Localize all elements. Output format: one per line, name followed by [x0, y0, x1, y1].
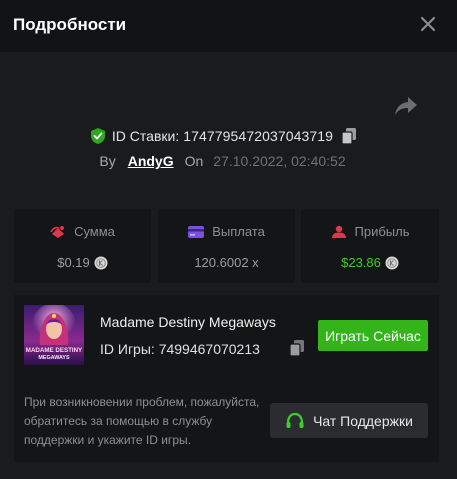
stat-profit: Прибыль $23.86 [301, 209, 439, 283]
card-icon [188, 225, 205, 238]
game-id: ID Игры: 7499467070213 [100, 341, 260, 357]
on-label: On [184, 153, 204, 169]
game-card: MADAME DESTINY MEGAWAYS Madame Destiny M… [14, 295, 439, 462]
modal-title: Подробности [13, 15, 127, 34]
modal-header: Подробности [0, 0, 457, 52]
play-now-button[interactable]: Играть Сейчас [318, 320, 428, 351]
stats-panel: Сумма $0.19 Выплата 120.6002 x Прибыль $… [14, 209, 439, 283]
bet-id-label: ID Ставки: [111, 128, 180, 144]
support-chat-button[interactable]: Чат Поддержки [270, 403, 428, 438]
bet-id-value: 1747795472037043719 [183, 128, 334, 144]
stat-amount-label: Сумма [74, 224, 115, 239]
bet-id-row: ID Ставки: 1747795472037043719 [0, 126, 457, 146]
sum-icon [50, 225, 65, 238]
support-chat-label: Чат Поддержки [313, 412, 413, 429]
copy-icon[interactable] [342, 128, 357, 144]
user-link[interactable]: AndyG [128, 153, 174, 169]
profit-icon [331, 225, 346, 238]
game-id-value: 7499467070213 [158, 341, 260, 357]
game-thumbnail[interactable]: MADAME DESTINY MEGAWAYS [24, 305, 84, 365]
close-icon[interactable] [418, 14, 438, 34]
by-label: By [99, 153, 116, 169]
thumb-subtitle: MEGAWAYS [38, 355, 70, 361]
stat-amount-value: $0.19 [57, 255, 90, 270]
coin-icon [94, 256, 108, 269]
shield-check-icon [90, 128, 105, 144]
bet-date: 27.10.2022, 02:40:52 [213, 153, 346, 169]
stat-payout-value: 120.6002 x [194, 255, 259, 270]
stat-profit-label: Прибыль [354, 224, 410, 239]
share-icon[interactable] [394, 95, 418, 117]
thumb-title: MADAME DESTINY [26, 347, 83, 354]
game-id-label: ID Игры: [100, 341, 155, 357]
stat-profit-value: $23.86 [341, 255, 381, 270]
help-text: При возникновении проблем, пожалуйста, о… [24, 395, 260, 447]
headset-icon [286, 412, 304, 428]
stat-payout-label: Выплата [212, 224, 265, 239]
game-name: Madame Destiny Megaways [100, 314, 276, 330]
stat-payout: Выплата 120.6002 x [158, 209, 295, 283]
copy-icon[interactable] [290, 340, 304, 356]
stat-amount: Сумма $0.19 [14, 209, 151, 283]
coin-icon [385, 256, 399, 269]
bet-author-row: By AndyG On 27.10.2022, 02:40:52 [0, 152, 457, 170]
